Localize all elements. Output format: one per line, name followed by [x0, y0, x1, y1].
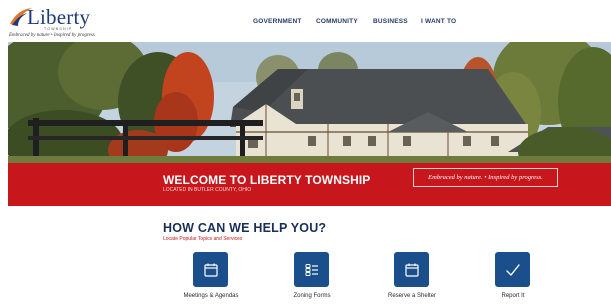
calendar-icon[interactable]: [193, 252, 228, 287]
service-label[interactable]: Meetings & Agendas: [161, 292, 261, 300]
nav-community[interactable]: COMMUNITY: [316, 17, 358, 26]
nav-i-want-to[interactable]: I WANT TO: [421, 17, 456, 26]
logo-tagline: Embraced by nature • Inspired by progres…: [9, 33, 95, 38]
hero-town-hall-illustration: [8, 42, 611, 163]
help-section: HOW CAN WE HELP YOU? Locate Popular Topi…: [0, 206, 611, 307]
nav-business[interactable]: BUSINESS: [373, 17, 408, 26]
banner-tagline: Embraced by nature. • Inspired by progre…: [428, 174, 543, 181]
service-report-it[interactable]: Report It: [463, 252, 563, 307]
location-subtitle: LOCATED IN BUTLER COUNTY, OHIO: [163, 187, 252, 193]
calendar-icon[interactable]: [394, 252, 429, 287]
service-zoning-forms[interactable]: Zoning Forms: [262, 252, 362, 307]
main-nav: GOVERNMENT COMMUNITY BUSINESS I WANT TO: [0, 17, 611, 27]
service-reserve-shelter[interactable]: Reserve a Shelter: [362, 252, 462, 307]
help-title: HOW CAN WE HELP YOU?: [163, 221, 327, 235]
nav-government[interactable]: GOVERNMENT: [253, 17, 302, 26]
welcome-title: WELCOME TO LIBERTY TOWNSHIP: [163, 173, 371, 187]
tagline-box: Embraced by nature. • Inspired by progre…: [413, 168, 558, 187]
service-meetings-agendas[interactable]: Meetings & Agendas: [161, 252, 261, 307]
service-label[interactable]: Report It: [463, 292, 563, 300]
service-label[interactable]: Zoning Forms: [262, 292, 362, 300]
service-label[interactable]: Reserve a Shelter: [362, 292, 462, 300]
logo-subtitle: TOWNSHIP: [44, 27, 73, 31]
list-icon[interactable]: [294, 252, 329, 287]
help-subtitle: Locate Popular Topics and Services: [163, 236, 243, 242]
checkmark-icon[interactable]: [495, 252, 530, 287]
welcome-banner: WELCOME TO LIBERTY TOWNSHIP LOCATED IN B…: [8, 163, 611, 206]
site-header: Liberty TOWNSHIP Embraced by nature • In…: [0, 0, 611, 42]
hero-image: [8, 42, 611, 163]
